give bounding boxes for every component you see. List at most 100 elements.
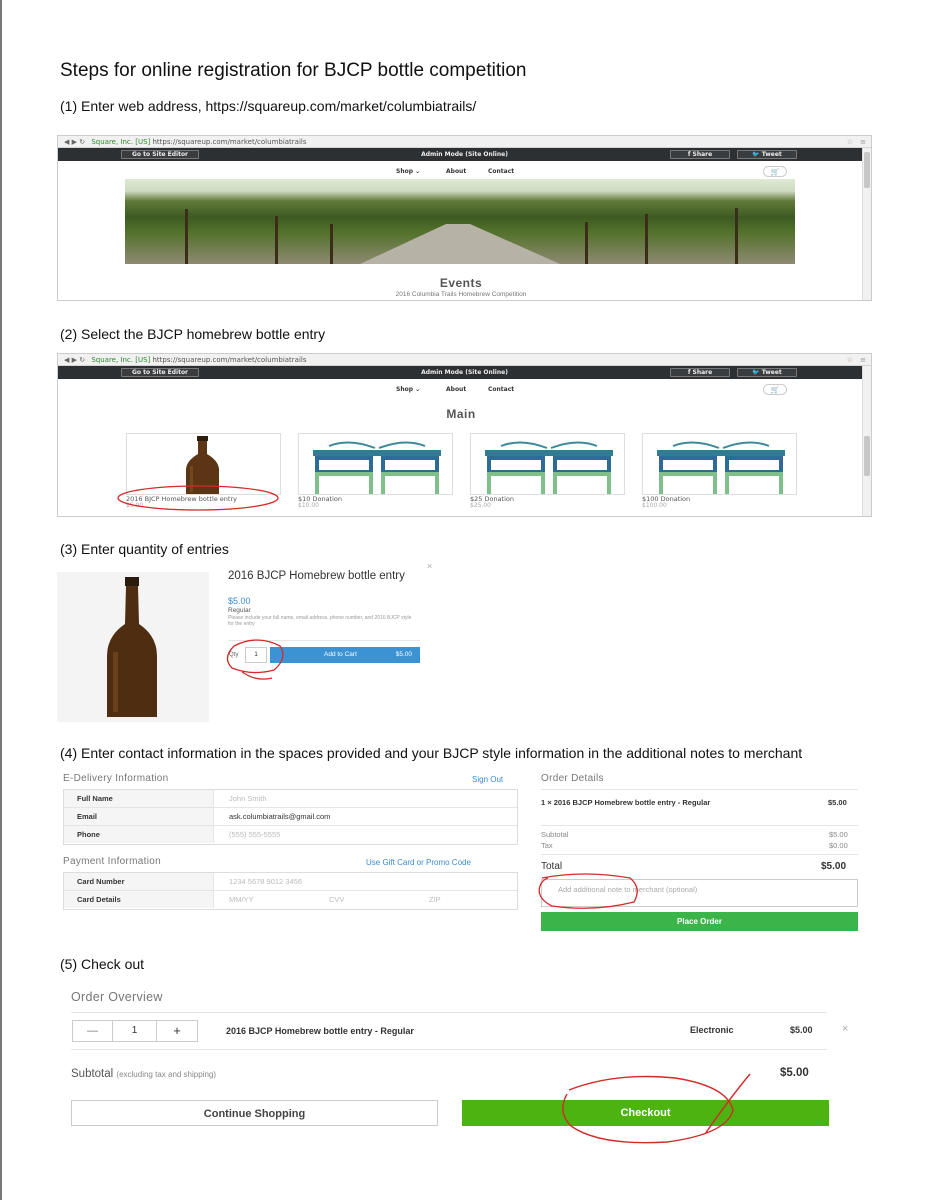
twitter-icon: 🐦 xyxy=(752,151,762,158)
browser-address-bar[interactable]: ◀ ▶ ↻ Square, Inc. [US] https://squareup… xyxy=(58,354,871,366)
subtotal-note: (excluding tax and shipping) xyxy=(116,1070,217,1079)
add-to-cart-label: Add to Cart xyxy=(324,651,357,658)
secure-label: Square, Inc. [US] xyxy=(91,138,151,146)
cart-icon[interactable]: 🛒 xyxy=(763,166,787,177)
facebook-share-button[interactable]: f Share xyxy=(670,368,730,377)
overview-item-name: 2016 BJCP Homebrew bottle entry - Regula… xyxy=(226,1026,414,1036)
divider xyxy=(541,789,858,790)
phone-label: Phone xyxy=(64,826,214,843)
variant-label: Regular xyxy=(228,607,251,614)
subtotal-value: $5.00 xyxy=(829,830,848,839)
product-card-25-donation[interactable] xyxy=(470,433,625,495)
browser-menu-icon[interactable]: ≡ xyxy=(860,136,866,148)
red-annotation-circle xyxy=(562,1073,751,1144)
facebook-share-button[interactable]: f Share xyxy=(670,150,730,159)
browser-nav-icons[interactable]: ◀ ▶ ↻ xyxy=(64,138,85,146)
bookmark-star-icon[interactable]: ☆ xyxy=(847,136,853,148)
card-details-label: Card Details xyxy=(64,891,214,908)
overview-subtotal-value: $5.00 xyxy=(780,1067,809,1079)
subtotal-label: Subtotal xyxy=(541,830,569,839)
add-to-cart-amount: $5.00 xyxy=(395,651,412,658)
secure-label: Square, Inc. [US] xyxy=(91,356,151,364)
place-order-button[interactable]: Place Order xyxy=(541,912,858,931)
step-2-text: (2) Select the BJCP homebrew bottle entr… xyxy=(60,326,326,342)
product-card-100-donation[interactable] xyxy=(642,433,797,495)
nav-contact[interactable]: Contact xyxy=(488,386,514,393)
quantity-stepper[interactable]: — 1 + xyxy=(72,1020,198,1042)
card-number-row: Card Number 1234 5678 9012 3456 xyxy=(64,873,517,891)
product-price-100-donation: $100.00 xyxy=(642,502,667,509)
email-label: Email xyxy=(64,808,214,825)
divider xyxy=(71,1049,827,1050)
browser-nav-icons[interactable]: ◀ ▶ ↻ xyxy=(64,356,85,364)
site-nav: Shop ⌄ About Contact 🛒 xyxy=(58,379,871,401)
expiry-field[interactable]: MM/YY xyxy=(229,891,254,908)
product-price: $5.00 xyxy=(228,596,251,606)
order-line-item: 1 × 2016 BJCP Homebrew bottle entry - Re… xyxy=(541,798,711,807)
tax-value: $0.00 xyxy=(829,841,848,850)
red-annotation-circle xyxy=(538,873,638,909)
product-description: Please include your full name, email add… xyxy=(228,615,412,627)
nav-about[interactable]: About xyxy=(446,386,466,393)
screenshot-1-homepage: ◀ ▶ ↻ Square, Inc. [US] https://squareup… xyxy=(57,135,872,301)
cvv-field[interactable]: CVV xyxy=(329,891,344,908)
nav-about[interactable]: About xyxy=(446,168,466,175)
events-heading: Events xyxy=(439,276,483,290)
decrease-button[interactable]: — xyxy=(73,1021,113,1041)
payment-form: Card Number 1234 5678 9012 3456 Card Det… xyxy=(63,872,518,910)
cart-icon[interactable]: 🛒 xyxy=(763,384,787,395)
quantity-value[interactable]: 1 xyxy=(113,1021,157,1041)
overview-item-type: Electronic xyxy=(690,1025,734,1035)
nav-shop[interactable]: Shop ⌄ xyxy=(396,168,420,175)
gift-box-icon xyxy=(657,441,785,494)
delivery-form: Full Name John Smith Email ask.columbiat… xyxy=(63,789,518,845)
tweet-button[interactable]: 🐦 Tweet xyxy=(737,150,797,159)
zip-field[interactable]: ZIP xyxy=(429,891,441,908)
delivery-heading: E-Delivery Information xyxy=(63,773,169,784)
payment-heading: Payment Information xyxy=(63,856,161,867)
email-row: Email ask.columbiatrails@gmail.com xyxy=(64,808,517,826)
card-number-field[interactable]: 1234 5678 9012 3456 xyxy=(229,873,302,890)
close-icon[interactable]: × xyxy=(427,561,432,571)
bookmark-star-icon[interactable]: ☆ xyxy=(847,354,853,366)
scrollbar[interactable] xyxy=(862,148,871,300)
order-overview-heading: Order Overview xyxy=(71,990,163,1004)
gift-card-link[interactable]: Use Gift Card or Promo Code xyxy=(366,858,471,867)
product-price-25-donation: $25.00 xyxy=(470,502,491,509)
url-text[interactable]: https://squareup.com/market/columbiatrai… xyxy=(153,138,307,146)
events-subheading: 2016 Columbia Trails Homebrew Competitio… xyxy=(395,291,527,298)
email-field[interactable]: ask.columbiatrails@gmail.com xyxy=(229,808,330,825)
full-name-field[interactable]: John Smith xyxy=(229,790,267,807)
admin-bar: Go to Site Editor Admin Mode (Site Onlin… xyxy=(58,148,871,161)
product-title: 2016 BJCP Homebrew bottle entry xyxy=(228,570,405,582)
remove-item-icon[interactable]: × xyxy=(842,1023,848,1035)
order-details-heading: Order Details xyxy=(541,773,604,784)
sign-out-link[interactable]: Sign Out xyxy=(472,775,503,784)
red-annotation-circle xyxy=(226,639,284,680)
divider xyxy=(71,1012,827,1013)
product-price-10-donation: $10.00 xyxy=(298,502,319,509)
hero-image-tree-road xyxy=(125,179,795,264)
main-heading: Main xyxy=(446,407,476,421)
browser-menu-icon[interactable]: ≡ xyxy=(860,354,866,366)
product-card-10-donation[interactable] xyxy=(298,433,453,495)
browser-address-bar[interactable]: ◀ ▶ ↻ Square, Inc. [US] https://squareup… xyxy=(58,136,871,148)
step-5-text: (5) Check out xyxy=(60,956,145,972)
phone-field[interactable]: (555) 555-5555 xyxy=(229,826,280,843)
increase-button[interactable]: + xyxy=(157,1021,197,1041)
nav-contact[interactable]: Contact xyxy=(488,168,514,175)
card-number-label: Card Number xyxy=(64,873,214,890)
phone-row: Phone (555) 555-5555 xyxy=(64,826,517,844)
add-to-cart-button[interactable]: Add to Cart $5.00 xyxy=(270,647,420,663)
tweet-button[interactable]: 🐦 Tweet xyxy=(737,368,797,377)
step-3-text: (3) Enter quantity of entries xyxy=(60,541,229,557)
full-name-row: Full Name John Smith xyxy=(64,790,517,808)
url-text[interactable]: https://squareup.com/market/columbiatrai… xyxy=(153,356,307,364)
divider xyxy=(541,854,858,855)
nav-shop[interactable]: Shop ⌄ xyxy=(396,386,420,393)
overview-subtotal-label: Subtotal (excluding tax and shipping) xyxy=(71,1068,217,1080)
scrollbar[interactable] xyxy=(862,366,871,516)
admin-bar: Go to Site Editor Admin Mode (Site Onlin… xyxy=(58,366,871,379)
continue-shopping-button[interactable]: Continue Shopping xyxy=(71,1100,438,1126)
beer-bottle-image xyxy=(107,577,157,717)
